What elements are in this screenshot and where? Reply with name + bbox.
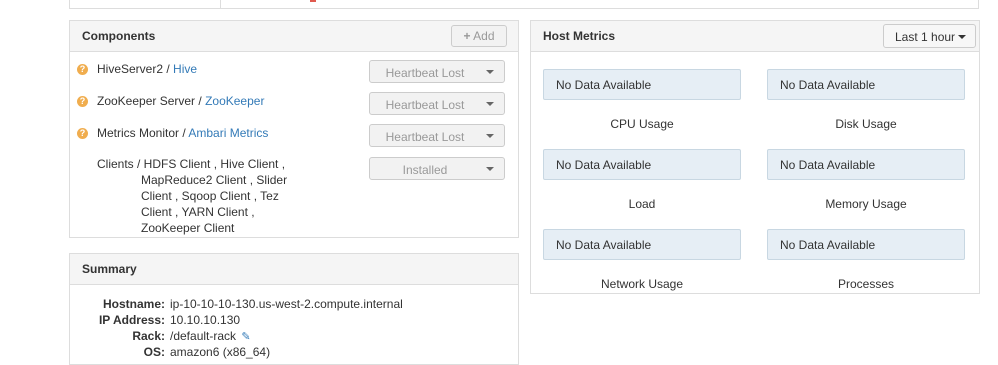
metric-chart-network-usage[interactable]: No Data Available: [543, 229, 741, 260]
summary-row-hostname: Hostname: ip-10-10-10-130.us-west-2.comp…: [70, 297, 517, 313]
add-component-button[interactable]: + Add: [451, 25, 507, 47]
metric-chart-memory-usage[interactable]: No Data Available: [767, 149, 965, 180]
component-status-dropdown[interactable]: Heartbeat Lost: [369, 124, 505, 147]
summary-row-os: OS: amazon6 (x86_64): [70, 345, 517, 361]
metric-label: Load: [628, 197, 656, 211]
caret-down-icon: [958, 35, 966, 39]
status-label: Heartbeat Lost: [385, 66, 465, 80]
summary-key: Rack:: [132, 329, 165, 343]
component-status-dropdown[interactable]: Heartbeat Lost: [369, 60, 505, 83]
components-title: Components: [82, 29, 156, 43]
caret-down-icon: [486, 102, 494, 106]
component-name: ZooKeeper Server: [97, 94, 196, 108]
metric-label: Processes: [837, 277, 895, 291]
component-status-dropdown[interactable]: Heartbeat Lost: [369, 92, 505, 115]
summary-value: 10.10.10.130: [170, 313, 241, 327]
host-metrics-header: Host Metrics Last 1 hour: [531, 21, 979, 52]
service-link-ambari-metrics[interactable]: Ambari Metrics: [188, 126, 268, 140]
component-row-metrics-monitor: ? Metrics Monitor / Ambari Metrics Heart…: [70, 124, 517, 150]
top-panel-edge: [69, 0, 979, 9]
status-label: Heartbeat Lost: [385, 130, 465, 144]
time-range-label: Last 1 hour: [895, 30, 956, 44]
components-panel: Components + Add ? HiveServer2 / Hive He…: [69, 20, 519, 238]
clients-line: MapReduce2 Client , Slider: [141, 173, 288, 187]
summary-value: ip-10-10-10-130.us-west-2.compute.intern…: [170, 297, 403, 311]
no-data-text: No Data Available: [780, 158, 876, 172]
summary-value: amazon6 (x86_64): [170, 345, 271, 359]
component-name: HiveServer2: [97, 62, 164, 76]
no-data-text: No Data Available: [780, 78, 876, 92]
no-data-text: No Data Available: [556, 158, 652, 172]
summary-row-rack: Rack: /default-rack ✎: [70, 329, 517, 345]
clients-list: Clients / HDFS Client , Hive Client , Ma…: [97, 156, 297, 236]
clients-line: ZooKeeper Client: [141, 221, 235, 235]
no-data-text: No Data Available: [780, 238, 876, 252]
clients-status-dropdown[interactable]: Installed: [369, 157, 505, 180]
add-label: Add: [473, 29, 495, 43]
metric-chart-cpu-usage[interactable]: No Data Available: [543, 69, 741, 100]
metric-chart-processes[interactable]: No Data Available: [767, 229, 965, 260]
service-link-zookeeper[interactable]: ZooKeeper: [205, 94, 264, 108]
caret-down-icon: [486, 167, 494, 171]
top-tab-edge: [70, 0, 221, 8]
summary-key: Hostname:: [102, 297, 165, 311]
plus-icon: +: [463, 29, 471, 43]
status-label: Installed: [402, 163, 448, 177]
warning-icon: ?: [77, 64, 88, 75]
summary-header: Summary: [70, 254, 518, 285]
components-header: Components + Add: [70, 21, 518, 52]
host-metrics-title: Host Metrics: [543, 29, 616, 43]
no-data-text: No Data Available: [556, 238, 652, 252]
summary-value: /default-rack: [170, 329, 237, 343]
metric-chart-load[interactable]: No Data Available: [543, 149, 741, 180]
component-name: Metrics Monitor: [97, 126, 180, 140]
summary-title: Summary: [82, 262, 137, 276]
warning-icon: ?: [77, 128, 88, 139]
metric-label: Memory Usage: [825, 197, 907, 211]
warning-icon: ?: [77, 96, 88, 107]
service-link-hive[interactable]: Hive: [173, 62, 197, 76]
host-metrics-panel: Host Metrics Last 1 hour No Data Availab…: [530, 20, 980, 294]
summary-key: OS:: [143, 345, 165, 359]
clients-line: Client , Sqoop Client , Tez: [141, 189, 279, 203]
component-row-zookeeper-server: ? ZooKeeper Server / ZooKeeper Heartbeat…: [70, 92, 517, 118]
clients-line: Client , YARN Client ,: [141, 205, 255, 219]
component-row-hiveserver2: ? HiveServer2 / Hive Heartbeat Lost: [70, 60, 517, 86]
metric-label: Disk Usage: [835, 117, 897, 131]
clients-line: Clients / HDFS Client , Hive Client ,: [97, 157, 286, 171]
metric-label: CPU Usage: [610, 117, 674, 131]
no-data-text: No Data Available: [556, 78, 652, 92]
metric-label: Network Usage: [600, 277, 684, 291]
pencil-icon[interactable]: ✎: [241, 331, 250, 343]
summary-key: IP Address:: [98, 313, 165, 327]
caret-down-icon: [486, 134, 494, 138]
metric-chart-disk-usage[interactable]: No Data Available: [767, 69, 965, 100]
caret-down-icon: [486, 70, 494, 74]
status-label: Heartbeat Lost: [385, 98, 465, 112]
summary-row-ip-address: IP Address: 10.10.10.130: [70, 313, 517, 329]
alert-mark: [310, 0, 316, 2]
summary-panel: Summary Hostname: ip-10-10-10-130.us-wes…: [69, 253, 519, 365]
time-range-dropdown[interactable]: Last 1 hour: [883, 24, 976, 48]
